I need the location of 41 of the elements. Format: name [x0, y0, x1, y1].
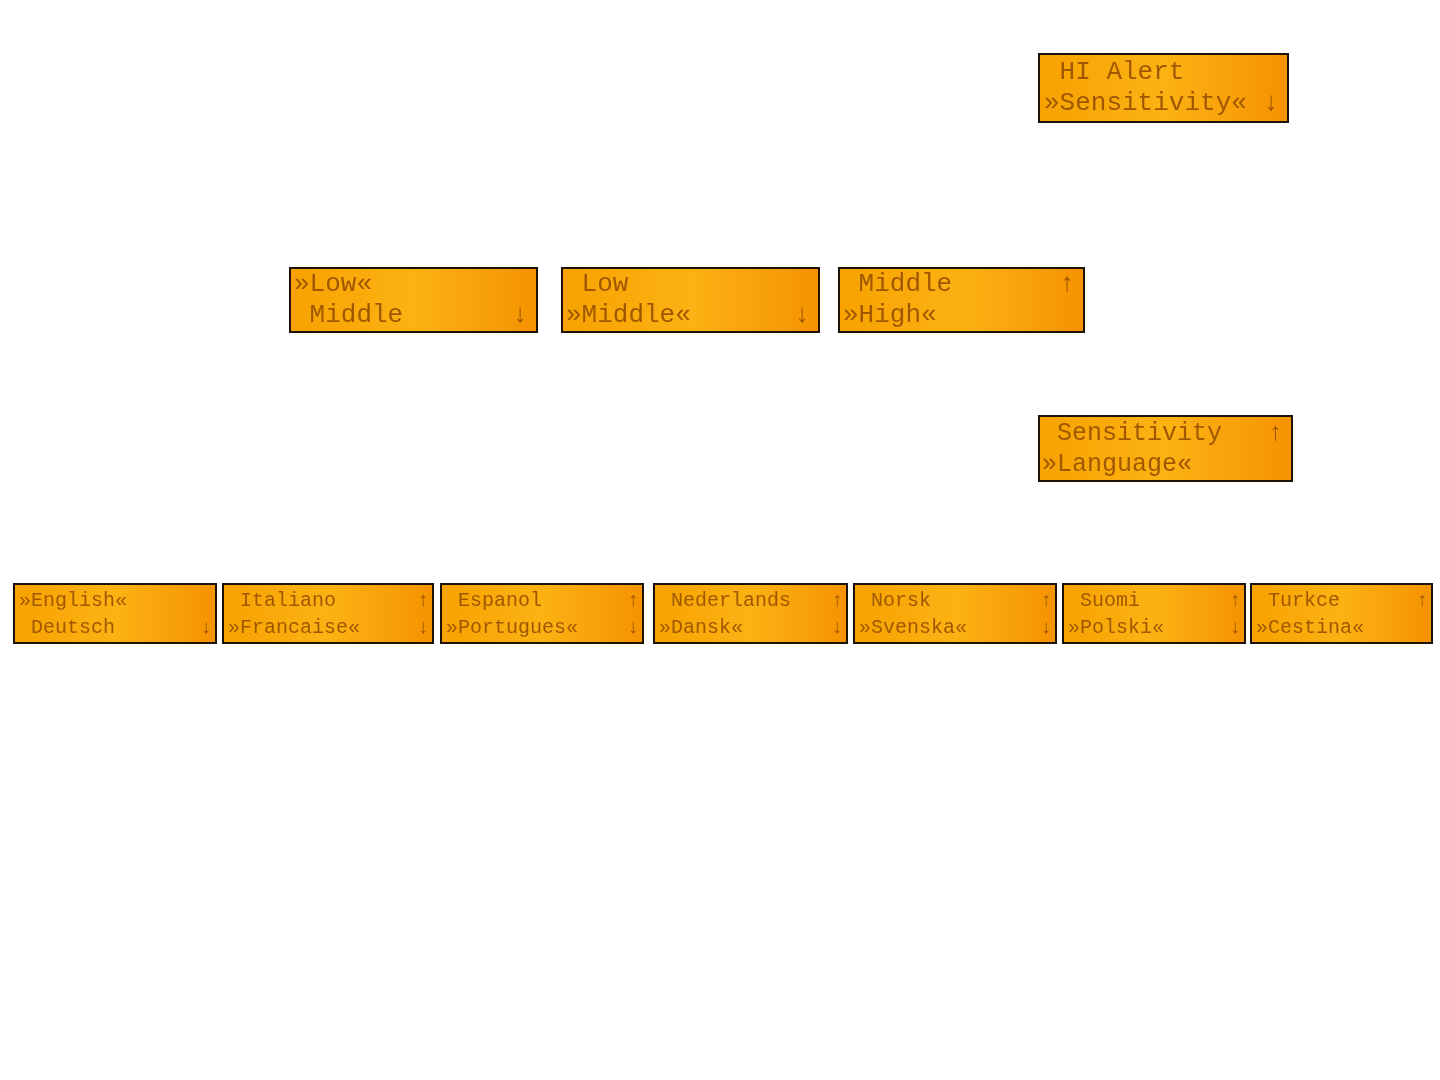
menu-line: Nederlands — [670, 587, 792, 614]
menu-line: »Language« — [1042, 448, 1193, 480]
menu-line: »Francaise« — [228, 614, 361, 641]
scroll-arrow: ↓ — [1263, 88, 1279, 119]
scroll-arrow: ↑ — [627, 587, 639, 614]
scroll-arrow: ↓ — [417, 614, 429, 641]
menu-line: »Low« — [294, 269, 372, 300]
menu-line: Deutsch — [30, 614, 115, 641]
scroll-arrow: ↓ — [200, 614, 212, 641]
scroll-arrow: ↑ — [1040, 587, 1052, 614]
menu-line: »Sensitivity« — [1044, 88, 1247, 119]
scroll-arrow: ↓ — [1229, 614, 1241, 641]
menu-line: »High« — [843, 300, 937, 331]
scroll-arrow: ↑ — [1416, 587, 1428, 614]
scroll-arrow: ↑ — [831, 587, 843, 614]
menu-line: Italiano — [239, 587, 336, 614]
scroll-arrow: ↓ — [1040, 614, 1052, 641]
menu-line: Turkce — [1267, 587, 1340, 614]
scroll-arrow: ↓ — [831, 614, 843, 641]
menu-line: »Polski« — [1068, 614, 1164, 641]
scroll-arrow: ↑ — [1059, 269, 1075, 300]
scroll-arrow: ↑ — [1268, 417, 1283, 449]
scroll-arrow: ↑ — [1229, 587, 1241, 614]
menu-line: »Middle« — [566, 300, 691, 331]
menu-line: »Dansk« — [659, 614, 743, 641]
menu-line: Sensitivity — [1056, 417, 1223, 449]
menu-line: »Cestina« — [1256, 614, 1365, 641]
menu-line: HI Alert — [1058, 57, 1185, 88]
menu-line: Suomi — [1079, 587, 1140, 614]
scroll-arrow: ↓ — [794, 300, 810, 331]
menu-line: Middle — [308, 300, 404, 331]
scroll-arrow: ↑ — [417, 587, 429, 614]
menu-line: »Portugues« — [446, 614, 579, 641]
scroll-arrow: ↓ — [512, 300, 528, 331]
menu-line: Middle — [857, 269, 953, 300]
menu-line: »English« — [19, 587, 128, 614]
menu-line: »Svenska« — [859, 614, 968, 641]
scroll-arrow: ↓ — [627, 614, 639, 641]
menu-line: Espanol — [457, 587, 542, 614]
menu-line: Norsk — [870, 587, 931, 614]
menu-line: Low — [580, 269, 629, 300]
